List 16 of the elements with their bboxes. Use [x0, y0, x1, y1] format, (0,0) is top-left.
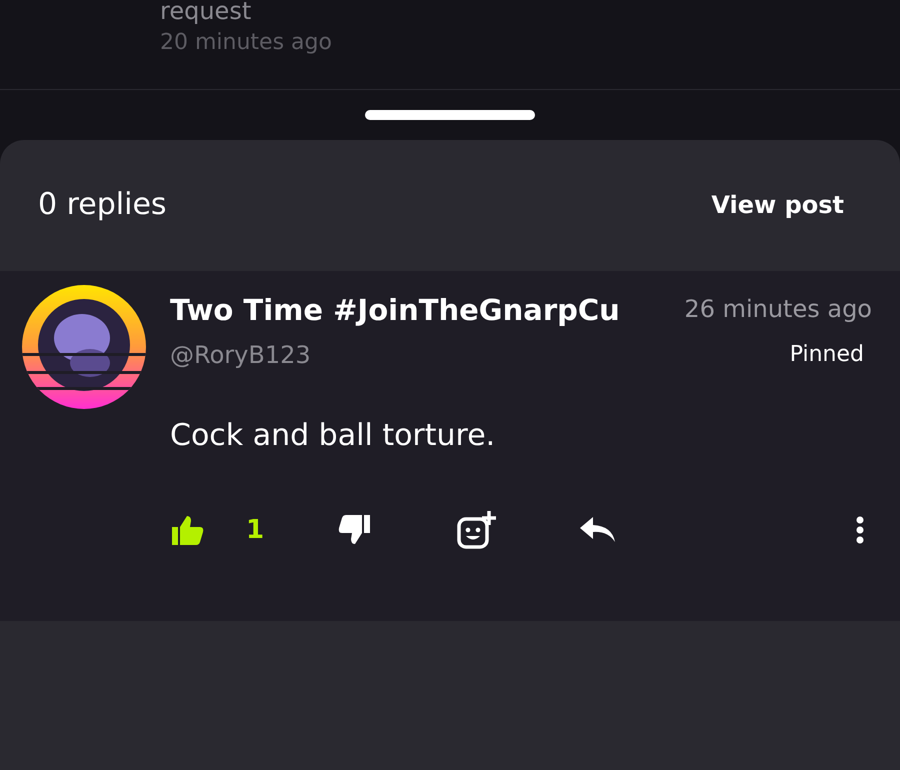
- reply-icon[interactable]: [580, 517, 616, 543]
- thumbs-down-icon[interactable]: [338, 515, 370, 545]
- view-post-link[interactable]: View post: [711, 186, 844, 222]
- pinned-label: Pinned: [790, 341, 864, 369]
- notification-text: request: [160, 0, 252, 26]
- drag-handle[interactable]: [365, 110, 535, 120]
- author-name[interactable]: Two Time #JoinTheGnarpCu: [170, 289, 620, 332]
- add-reaction-icon[interactable]: [456, 510, 496, 550]
- comment-text: Cock and ball torture.: [169, 417, 496, 455]
- reply-count: 0 replies: [38, 186, 167, 224]
- notification-time: 20 minutes ago: [160, 29, 332, 57]
- more-options-icon[interactable]: [856, 516, 864, 544]
- like-count: 1: [246, 514, 264, 546]
- user-handle: @RoryB123: [170, 340, 311, 370]
- thumbs-up-icon[interactable]: [172, 515, 204, 545]
- comment-time: 26 minutes ago: [684, 294, 872, 325]
